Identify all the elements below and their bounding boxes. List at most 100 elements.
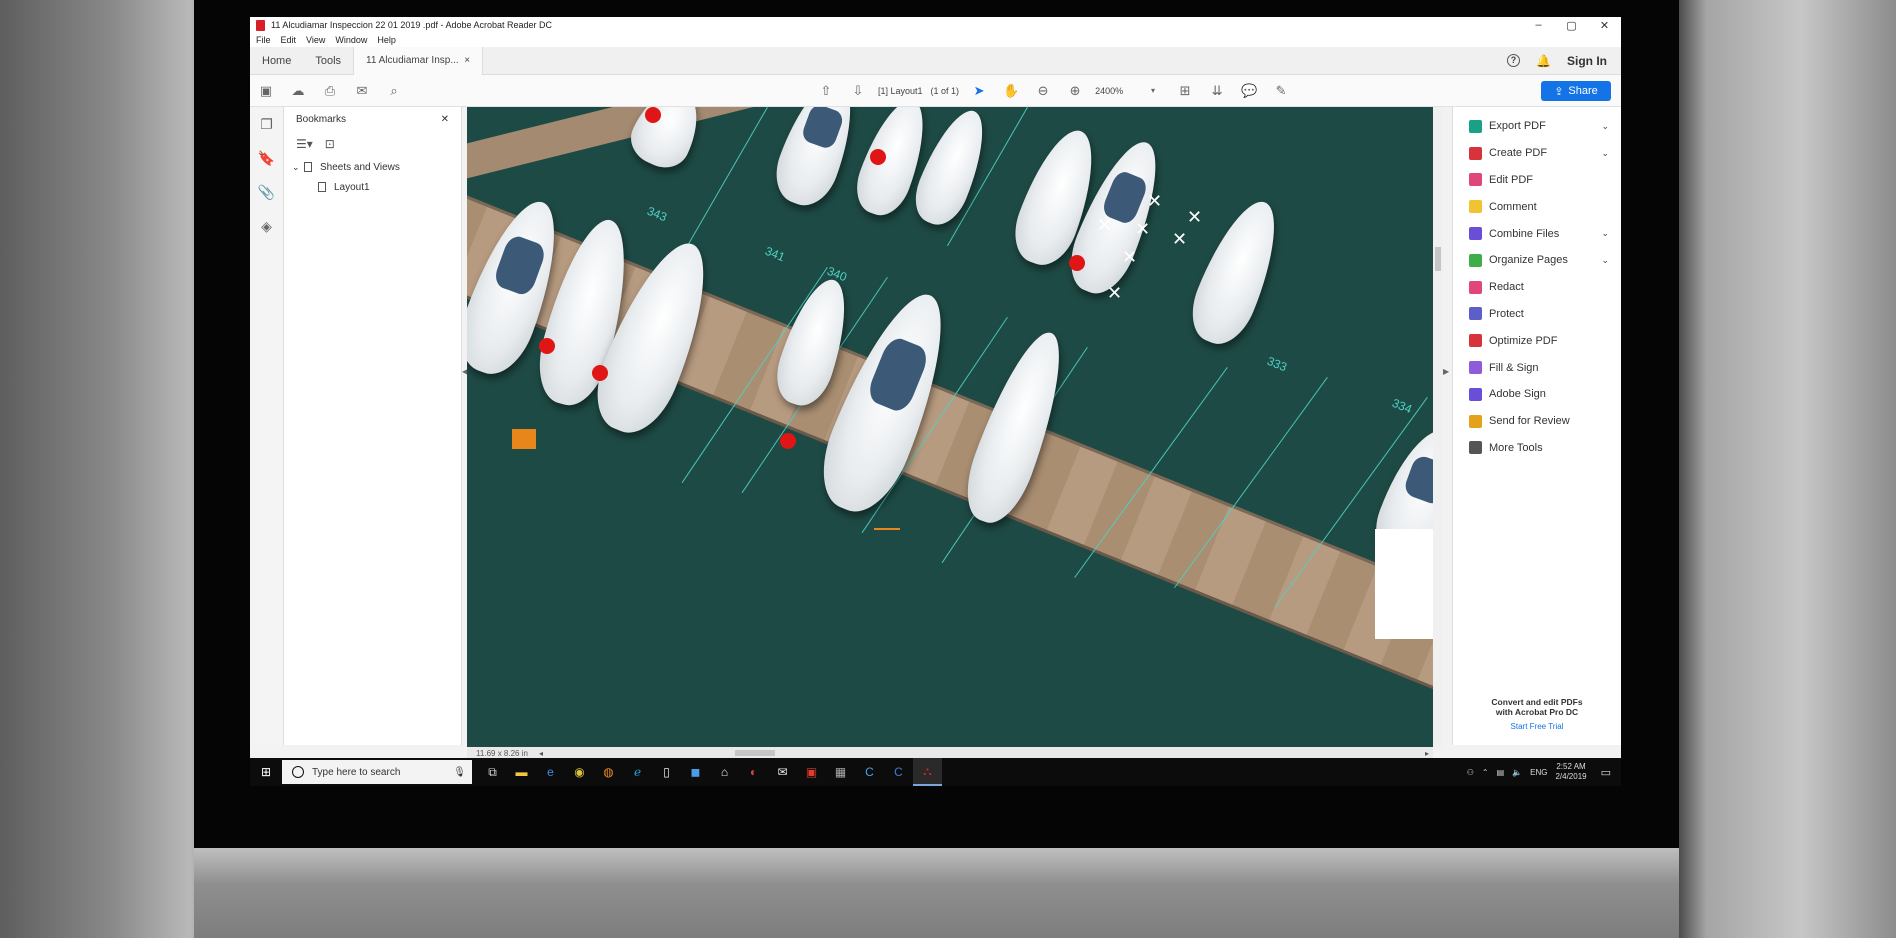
inspection-marker[interactable] <box>645 107 661 123</box>
tab-close-icon[interactable]: × <box>464 55 470 66</box>
cortana-app-icon[interactable]: C <box>855 758 884 786</box>
minimize-button[interactable]: – <box>1522 19 1555 32</box>
tool-send-for-review[interactable]: Send for Review <box>1453 408 1621 435</box>
tool-organize-pages[interactable]: Organize Pages ⌄ <box>1453 247 1621 274</box>
tool-create-pdf[interactable]: Create PDF ⌄ <box>1453 140 1621 167</box>
network-icon[interactable]: ▤ <box>1497 768 1505 777</box>
previous-page-icon[interactable]: ⇧ <box>810 83 842 99</box>
tool-combine-files[interactable]: Combine Files ⌄ <box>1453 220 1621 247</box>
zoom-out-icon[interactable]: ⊖ <box>1027 83 1059 99</box>
horizontal-scroll-thumb[interactable] <box>735 750 775 756</box>
email-icon[interactable]: ✉ <box>346 83 378 99</box>
tool-optimize-pdf[interactable]: Optimize PDF <box>1453 327 1621 354</box>
expand-chevron-icon[interactable]: ⌄ <box>292 162 304 173</box>
share-button[interactable]: ⇪ Share <box>1541 81 1611 101</box>
chevron-down-icon[interactable]: ⌄ <box>1601 121 1609 132</box>
orange-marker[interactable] <box>512 429 536 449</box>
taskbar-search[interactable]: Type here to search 🎙 <box>282 760 472 784</box>
inspection-marker[interactable] <box>1069 255 1085 271</box>
tab-home[interactable]: Home <box>250 47 303 75</box>
inspection-marker[interactable] <box>870 149 886 165</box>
page-thumbnails-icon[interactable]: ❐ <box>250 107 283 141</box>
fit-page-icon[interactable]: ⊞ <box>1169 83 1201 99</box>
maximize-button[interactable]: ▢ <box>1555 19 1588 32</box>
scroll-left-icon[interactable]: ◂ <box>539 749 543 758</box>
find-icon[interactable]: ⌕ <box>378 83 410 99</box>
file-explorer-icon[interactable]: ▬ <box>507 758 536 786</box>
edge-icon[interactable]: e <box>536 758 565 786</box>
bell-icon[interactable]: 🔔 <box>1536 54 1551 68</box>
help-icon[interactable]: ? <box>1507 54 1521 67</box>
app-icon[interactable]: ▦ <box>826 758 855 786</box>
mail-icon[interactable]: ✉ <box>768 758 797 786</box>
start-free-trial-link[interactable]: Start Free Trial <box>1453 722 1621 731</box>
tab-tools[interactable]: Tools <box>303 47 353 75</box>
clock[interactable]: 2:52 AM 2/4/2019 <box>1555 762 1586 782</box>
tool-more-tools[interactable]: More Tools <box>1453 435 1621 462</box>
chevron-down-icon[interactable]: ⌄ <box>1601 148 1609 159</box>
expand-bookmark-icon[interactable]: ⊡ <box>325 137 335 151</box>
comment-icon[interactable]: 💬 <box>1233 83 1265 99</box>
scroll-right-icon[interactable]: ▸ <box>1425 749 1433 758</box>
print-icon[interactable]: ⎙ <box>314 83 346 99</box>
tab-document[interactable]: 11 Alcudiamar Insp... × <box>353 46 484 75</box>
close-panel-icon[interactable]: ✕ <box>441 114 449 125</box>
hand-tool-icon[interactable]: ✋ <box>995 83 1027 99</box>
bookmark-icon[interactable]: 🔖 <box>250 141 283 175</box>
chevron-down-icon[interactable]: ⌄ <box>1601 228 1609 239</box>
save-icon[interactable]: ▣ <box>250 83 282 99</box>
red-app-icon[interactable]: ◐ <box>739 758 768 786</box>
acrobat-taskbar-icon[interactable]: ⛬ <box>913 758 942 786</box>
menu-view[interactable]: View <box>306 35 325 45</box>
layers-icon[interactable]: ◈ <box>250 209 283 243</box>
inspection-marker[interactable] <box>592 365 608 381</box>
windows-start-icon[interactable]: ⊞ <box>250 765 282 779</box>
people-icon[interactable]: ⚇ <box>1467 768 1474 777</box>
tool-redact[interactable]: Redact <box>1453 274 1621 301</box>
zoom-dropdown-chevron-icon[interactable]: ▾ <box>1137 86 1169 95</box>
volume-icon[interactable]: 🔈 <box>1512 768 1522 777</box>
task-view-icon[interactable]: ⧉ <box>478 758 507 786</box>
firefox-icon[interactable]: ◍ <box>594 758 623 786</box>
video-call-icon[interactable]: ◼ <box>681 758 710 786</box>
bookmark-layout1[interactable]: Layout1 <box>284 177 461 197</box>
inspection-marker[interactable] <box>539 338 555 354</box>
tool-comment[interactable]: Comment <box>1453 193 1621 220</box>
sign-in-link[interactable]: Sign In <box>1567 54 1607 68</box>
tool-edit-pdf[interactable]: Edit PDF <box>1453 167 1621 194</box>
tool-fill-sign[interactable]: Fill & Sign <box>1453 354 1621 381</box>
attachments-icon[interactable]: 📎 <box>250 175 283 209</box>
collapse-right-panel-icon[interactable]: ▶ <box>1443 367 1449 376</box>
tool-adobe-sign[interactable]: Adobe Sign <box>1453 381 1621 408</box>
select-cursor-icon[interactable]: ➤ <box>963 83 995 99</box>
zoom-in-icon[interactable]: ⊕ <box>1059 83 1091 99</box>
document-icon[interactable]: ▯ <box>652 758 681 786</box>
zoom-level[interactable]: 2400% <box>1091 86 1137 96</box>
microphone-icon[interactable]: 🎙 <box>453 767 472 778</box>
bookmark-sheets-and-views[interactable]: ⌄ Sheets and Views <box>284 157 461 177</box>
tray-chevron-up-icon[interactable]: ⌃ <box>1482 768 1489 777</box>
chrome-icon[interactable]: ◉ <box>565 758 594 786</box>
upload-cloud-icon[interactable]: ☁ <box>282 83 314 99</box>
menu-help[interactable]: Help <box>377 35 396 45</box>
scroll-mode-icon[interactable]: ⇊ <box>1201 83 1233 99</box>
next-page-icon[interactable]: ⇩ <box>842 83 874 99</box>
vertical-scrollbar[interactable] <box>1433 107 1443 747</box>
action-center-icon[interactable]: ▭ <box>1595 766 1611 779</box>
page-label[interactable]: [1] Layout1 <box>874 86 927 96</box>
c-app-icon[interactable]: C <box>884 758 913 786</box>
document-page[interactable]: ✕ ✕ ✕ ✕ ✕ ✕ ✕ 341 340 334 343 333 <box>467 107 1433 747</box>
menu-window[interactable]: Window <box>335 35 367 45</box>
chevron-down-icon[interactable]: ⌄ <box>1601 255 1609 266</box>
menu-edit[interactable]: Edit <box>281 35 297 45</box>
acrobat-taskbar-alt-icon[interactable]: ▣ <box>797 758 826 786</box>
tool-protect[interactable]: Protect <box>1453 301 1621 328</box>
inspection-marker[interactable] <box>780 433 796 449</box>
menu-file[interactable]: File <box>256 35 271 45</box>
highlight-pen-icon[interactable]: ✎ <box>1265 83 1297 99</box>
internet-explorer-icon[interactable]: ℯ <box>623 758 652 786</box>
language-indicator[interactable]: ENG <box>1530 768 1547 777</box>
bookmark-options-icon[interactable]: ☰▾ <box>296 137 313 151</box>
tool-export-pdf[interactable]: Export PDF ⌄ <box>1453 113 1621 140</box>
close-window-button[interactable]: ✕ <box>1588 19 1621 32</box>
